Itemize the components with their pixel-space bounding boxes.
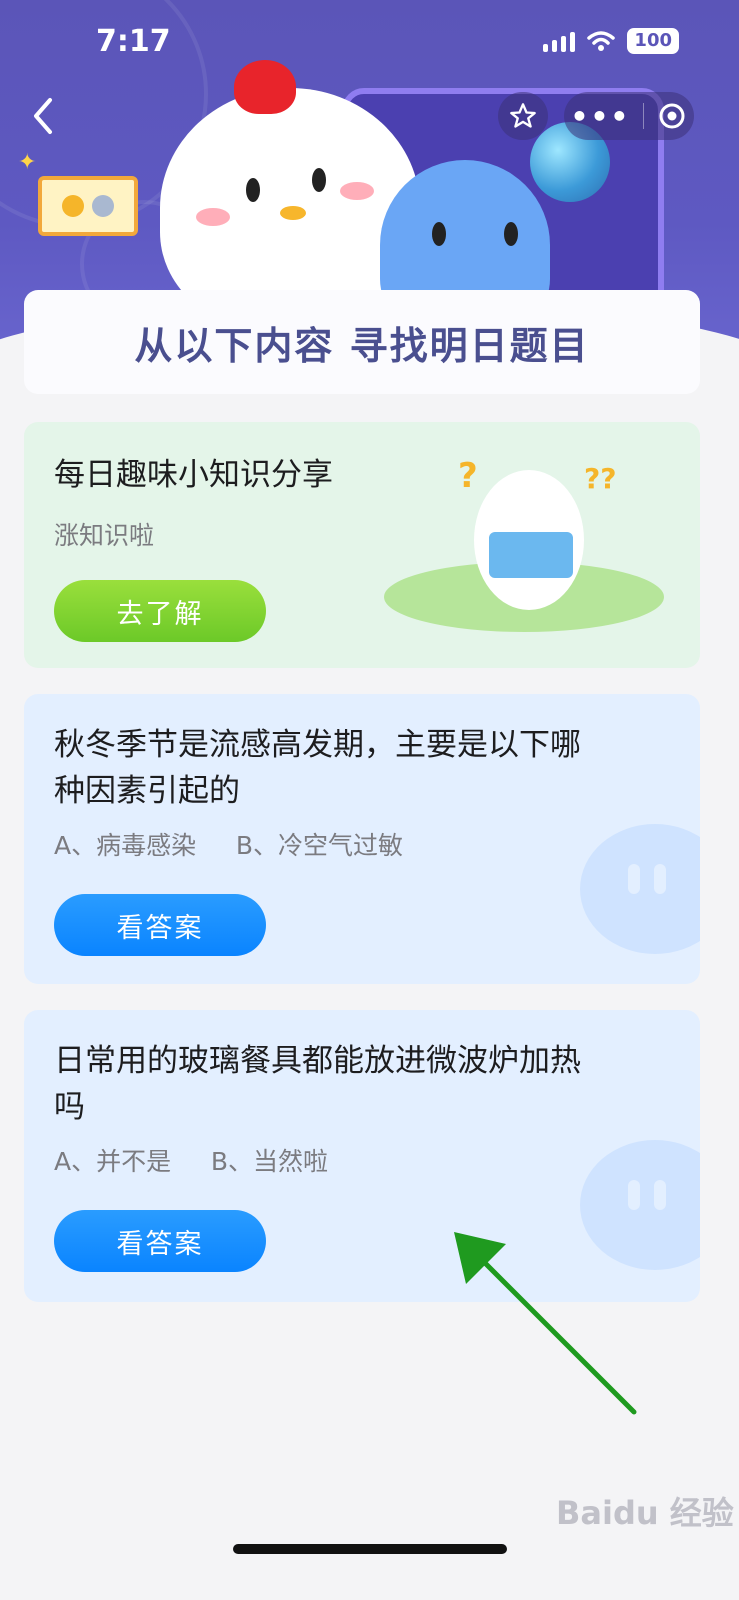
- chevron-left-icon: [34, 98, 52, 134]
- capsule-menu: •••: [564, 92, 694, 140]
- chicken-beak: [280, 206, 306, 220]
- page-title: 从以下内容 寻找明日题目: [134, 323, 590, 368]
- learn-more-button[interactable]: 去了解: [54, 580, 266, 642]
- view-answer-button[interactable]: 看答案: [54, 894, 266, 956]
- answer-options: A、并不是 B、当然啦: [54, 1147, 328, 1176]
- back-button[interactable]: [30, 96, 70, 136]
- sparkle-icon: ✦: [18, 150, 37, 175]
- trivia-card[interactable]: 每日趣味小知识分享 涨知识啦 去了解 ? ??: [24, 422, 700, 668]
- question-mark-icon: ??: [584, 462, 617, 495]
- question-text-line2: 种因素引起的: [54, 773, 240, 809]
- home-indicator[interactable]: [233, 1544, 507, 1554]
- star-icon: [510, 103, 536, 128]
- chat-bubble-icon: [580, 824, 700, 954]
- annotation-arrow-icon: [454, 1232, 637, 1415]
- answer-options: A、病毒感染 B、冷空气过敏: [54, 831, 403, 860]
- battery-icon: 100: [627, 28, 679, 54]
- trivia-subtitle: 涨知识啦: [54, 521, 155, 550]
- watermark: Baidu 经验: [556, 1494, 734, 1532]
- status-icons: 100: [543, 28, 679, 54]
- trivia-title: 每日趣味小知识分享: [54, 457, 333, 493]
- silver-medal-icon: [92, 195, 114, 217]
- book-icon: [489, 532, 573, 578]
- question-mark-icon: ?: [458, 456, 478, 496]
- more-icon[interactable]: •••: [571, 100, 631, 133]
- status-time: 7:17: [96, 24, 171, 59]
- close-target-icon[interactable]: [657, 101, 687, 131]
- question-text-line1: 秋冬季节是流感高发期，主要是以下哪: [54, 727, 581, 763]
- chicken-blush: [196, 208, 230, 226]
- question-card: 秋冬季节是流感高发期，主要是以下哪 种因素引起的 A、病毒感染 B、冷空气过敏 …: [24, 694, 700, 984]
- signal-icon: [543, 30, 576, 52]
- chicken-eye: [246, 178, 260, 202]
- chicken-blush: [340, 182, 374, 200]
- wifi-icon: [587, 31, 616, 51]
- gold-medal-icon: [62, 195, 84, 217]
- chicken-eye: [312, 168, 326, 192]
- question-text-line2: 吗: [54, 1089, 85, 1125]
- favorite-button[interactable]: [498, 92, 548, 140]
- divider: [643, 103, 645, 129]
- medal-frame-icon[interactable]: [38, 176, 138, 236]
- view-answer-button[interactable]: 看答案: [54, 1210, 266, 1272]
- title-card: 从以下内容 寻找明日题目: [24, 290, 700, 394]
- chicken-comb: [234, 60, 296, 114]
- question-text-line1: 日常用的玻璃餐具都能放进微波炉加热: [54, 1043, 581, 1079]
